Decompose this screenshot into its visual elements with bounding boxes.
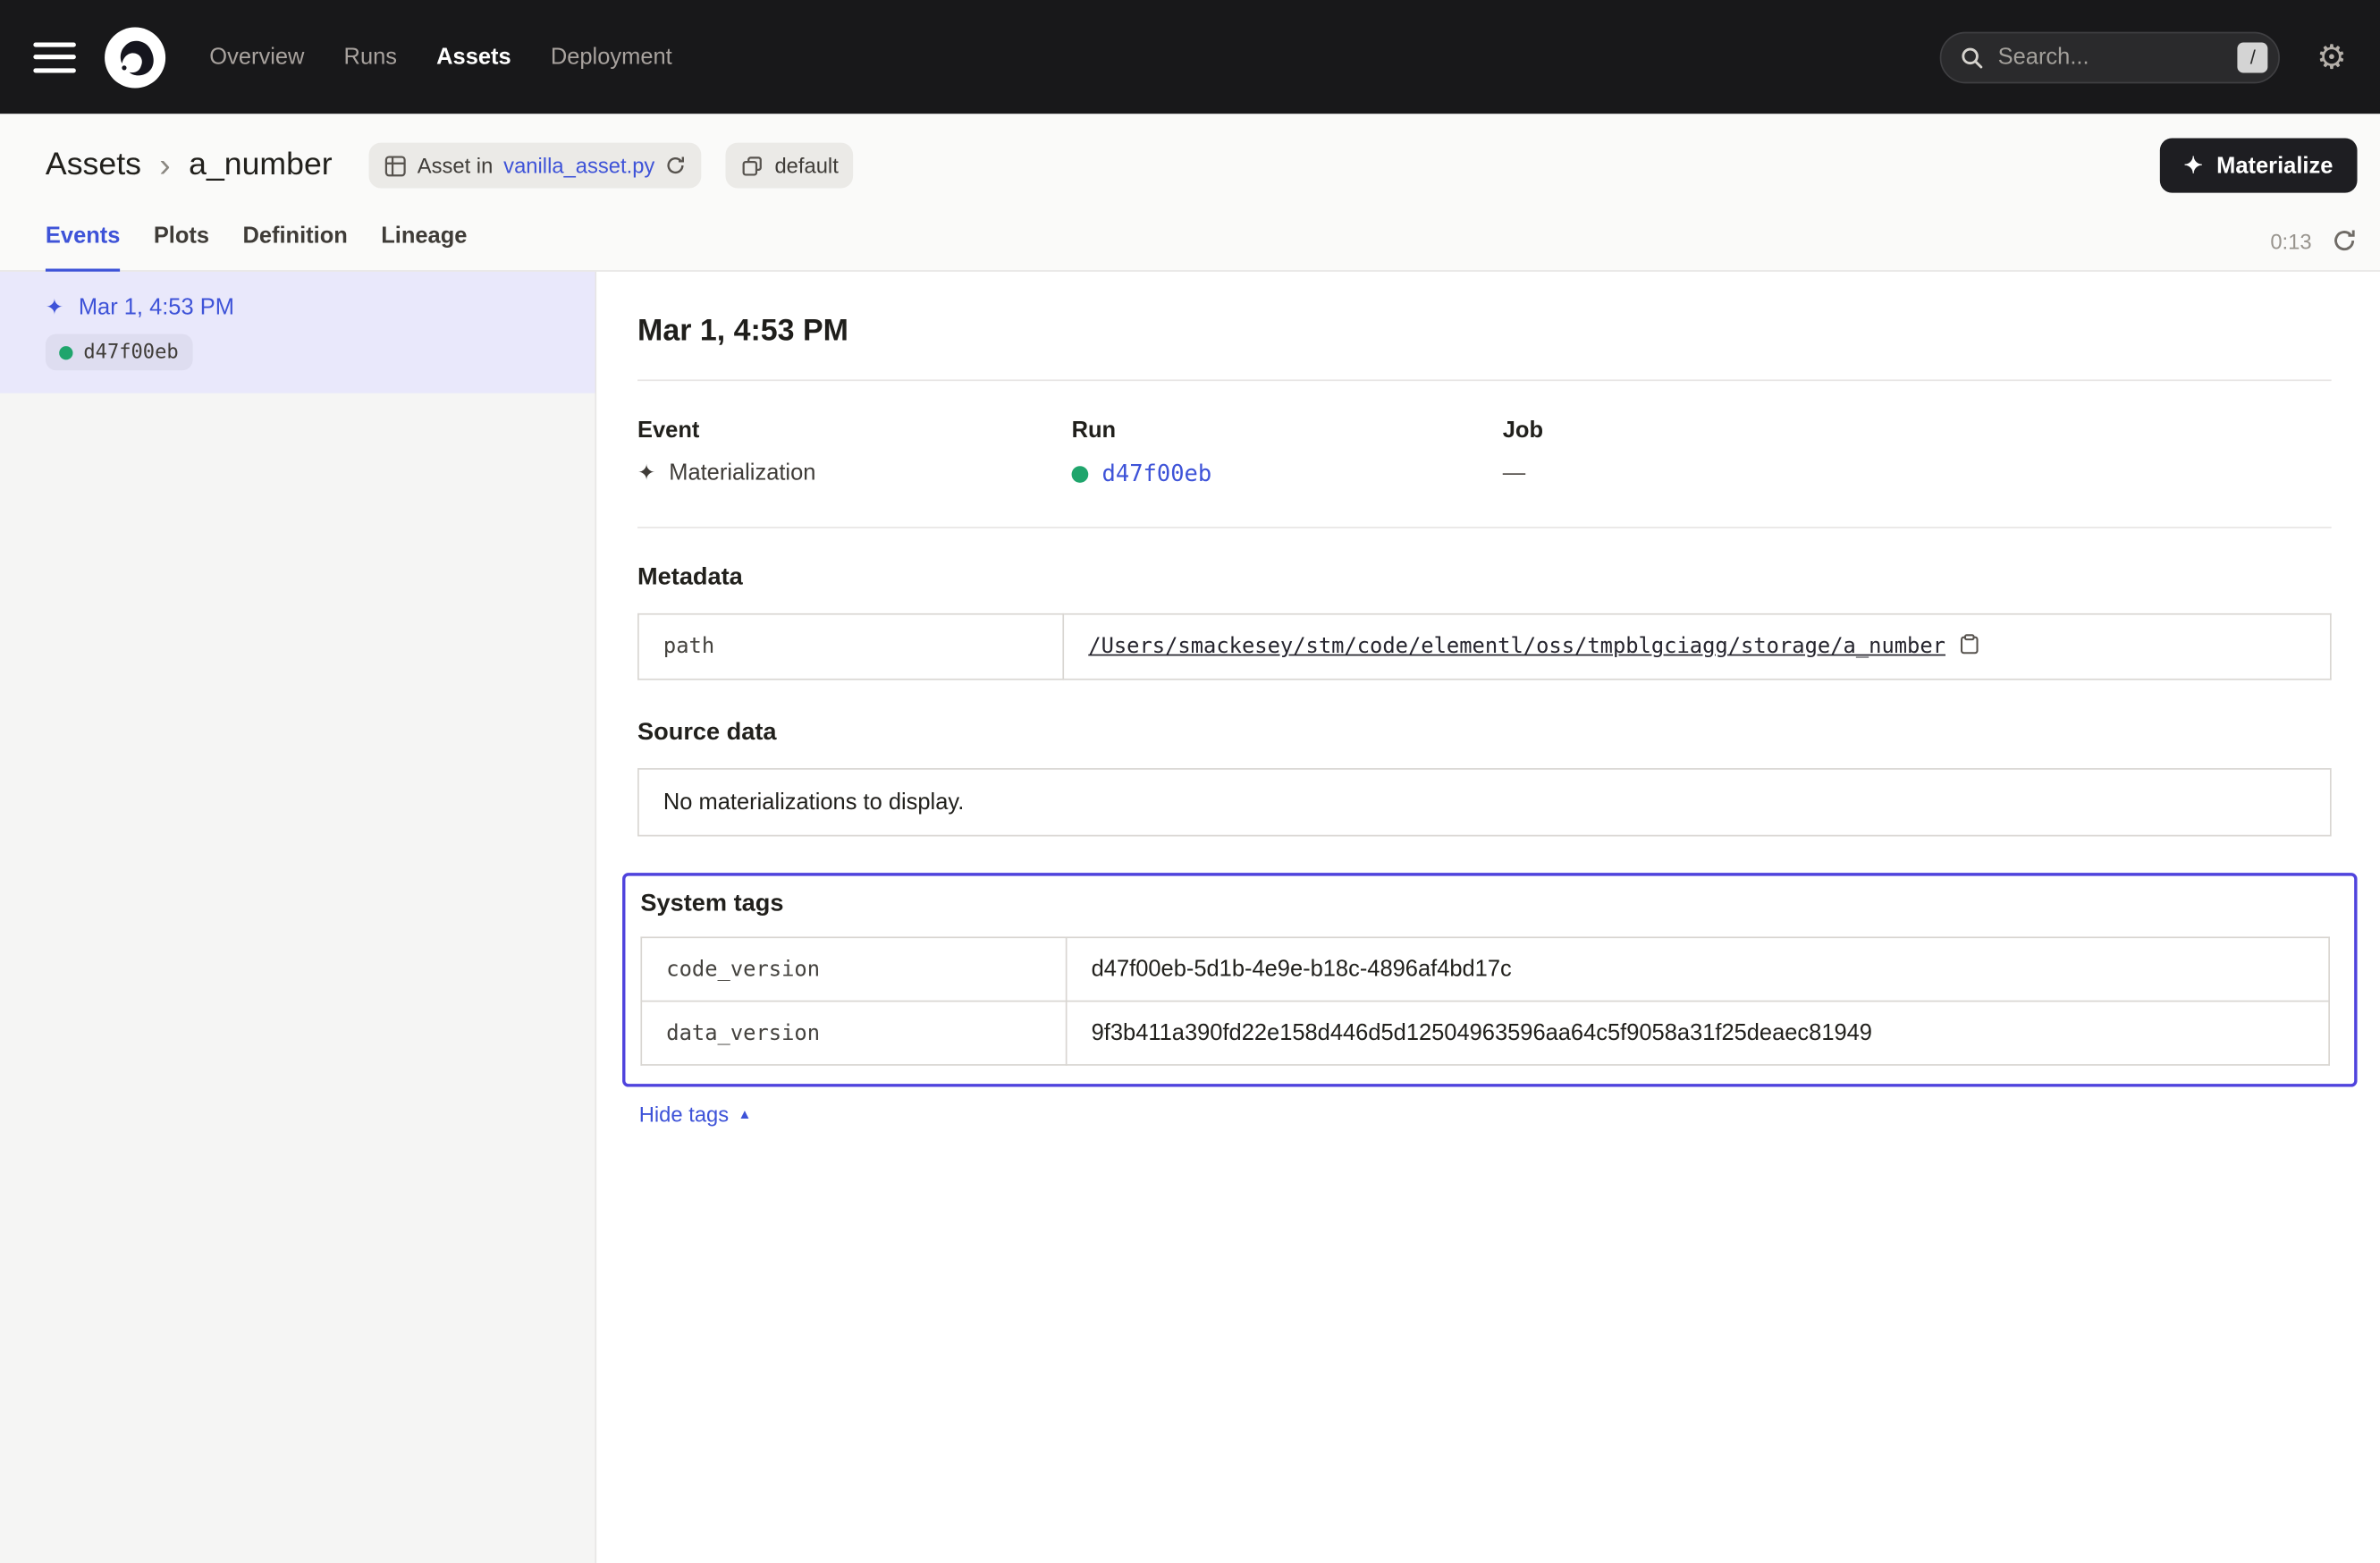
divider [637, 379, 2332, 381]
refresh-area: 0:13 [2270, 228, 2357, 271]
hide-tags-label: Hide tags [639, 1103, 729, 1127]
system-tag-value-data-version: 9f3b411a390fd22e158d446d5d12504963596aa6… [1067, 1001, 2329, 1065]
tabs: Events Plots Definition Lineage [46, 224, 468, 271]
search-input[interactable] [1998, 44, 2224, 70]
tabs-row: Events Plots Definition Lineage 0:13 [0, 193, 2380, 272]
app: Overview Runs Assets Deployment / ⚙ Asse… [0, 0, 2380, 1563]
search-icon [1960, 45, 1984, 69]
refresh-icon[interactable] [2332, 228, 2358, 254]
event-facts: Event ✦ Materialization Run d47f00eb Job [637, 418, 2332, 487]
refresh-timer: 0:13 [2270, 229, 2311, 253]
fact-event: Event ✦ Materialization [637, 418, 1072, 487]
metadata-section: Metadata path /Users/smackesey/stm/code/… [637, 565, 2332, 680]
content: ✦ Mar 1, 4:53 PM d47f00eb Mar 1, 4:53 PM… [0, 272, 2380, 1563]
search-box[interactable]: / [1940, 31, 2280, 83]
asset-table-icon [384, 154, 406, 176]
reload-definition-icon[interactable] [665, 155, 687, 176]
hide-tags-link[interactable]: Hide tags ▲ [639, 1103, 752, 1127]
source-data-section: Source data No materializations to displ… [637, 720, 2332, 837]
sparkle-icon: ✦ [2184, 152, 2203, 180]
event-timestamp: Mar 1, 4:53 PM [79, 294, 234, 320]
nav-item-overview[interactable]: Overview [209, 44, 304, 70]
metadata-heading: Metadata [637, 565, 2332, 593]
table-row: code_version d47f00eb-5d1b-4e9e-b18c-489… [641, 937, 2329, 1001]
fact-run-label: Run [1072, 418, 1503, 444]
event-detail-title: Mar 1, 4:53 PM [637, 314, 2332, 349]
group-chip[interactable]: default [726, 143, 854, 189]
fact-event-value: Materialization [669, 460, 815, 486]
fact-run: Run d47f00eb [1072, 418, 1503, 487]
nav-item-assets[interactable]: Assets [436, 44, 511, 70]
metadata-path-link[interactable]: /Users/smackesey/stm/code/elementl/oss/t… [1088, 635, 1945, 659]
system-tag-key-code-version: code_version [641, 937, 1066, 1001]
system-tags-section-highlighted: System tags code_version d47f00eb-5d1b-4… [622, 873, 2357, 1086]
table-row: path /Users/smackesey/stm/code/elementl/… [638, 614, 2331, 680]
dagster-logo-icon[interactable] [103, 25, 166, 89]
source-data-empty-message: No materializations to display. [637, 768, 2332, 836]
main-nav: Overview Runs Assets Deployment [209, 44, 671, 70]
breadcrumb-current-asset: a_number [189, 148, 333, 184]
run-status-dot [59, 345, 72, 359]
nav-item-runs[interactable]: Runs [344, 44, 397, 70]
breadcrumb-chevron-icon: › [159, 146, 170, 185]
run-status-dot [1072, 465, 1089, 482]
asset-definition-chip: Asset in vanilla_asset.py [368, 143, 702, 189]
source-data-heading: Source data [637, 720, 2332, 748]
divider [637, 527, 2332, 528]
system-tag-key-data-version: data_version [641, 1001, 1066, 1065]
breadcrumb: Assets › a_number Asset in vanilla_asset… [0, 114, 2380, 192]
nav-item-deployment[interactable]: Deployment [551, 44, 672, 70]
metadata-key-path: path [638, 614, 1063, 680]
materialize-button[interactable]: ✦ Materialize [2159, 138, 2357, 192]
run-id-label: d47f00eb [83, 341, 178, 363]
top-bar: Overview Runs Assets Deployment / ⚙ [0, 0, 2380, 114]
materialization-sparkle-icon: ✦ [637, 460, 655, 486]
tab-lineage[interactable]: Lineage [381, 224, 467, 272]
group-layers-icon [741, 154, 764, 176]
run-id-pill[interactable]: d47f00eb [46, 334, 192, 370]
system-tags-table: code_version d47f00eb-5d1b-4e9e-b18c-489… [640, 936, 2330, 1065]
event-list-sidebar: ✦ Mar 1, 4:53 PM d47f00eb [0, 272, 596, 1563]
hamburger-menu-icon[interactable] [33, 42, 76, 72]
event-detail-panel: Mar 1, 4:53 PM Event ✦ Materialization R… [596, 272, 2380, 1563]
fact-event-label: Event [637, 418, 1072, 444]
copy-icon[interactable] [1958, 633, 1980, 661]
breadcrumb-assets-link[interactable]: Assets [46, 148, 141, 184]
asset-chip-prefix: Asset in [418, 153, 494, 177]
table-row: data_version 9f3b411a390fd22e158d446d5d1… [641, 1001, 2329, 1065]
metadata-table: path /Users/smackesey/stm/code/elementl/… [637, 613, 2332, 680]
tab-plots[interactable]: Plots [154, 224, 209, 272]
gear-icon[interactable]: ⚙ [2317, 40, 2347, 73]
fact-job-label: Job [1503, 418, 1937, 444]
materialize-button-label: Materialize [2216, 153, 2333, 179]
system-tags-heading: System tags [640, 891, 2330, 919]
fact-job-value: — [1503, 460, 1525, 486]
caret-up-icon: ▲ [738, 1107, 751, 1122]
page-header: Assets › a_number Asset in vanilla_asset… [0, 114, 2380, 272]
tab-definition[interactable]: Definition [242, 224, 347, 272]
event-list-item-selected[interactable]: ✦ Mar 1, 4:53 PM d47f00eb [0, 272, 595, 393]
fact-job: Job — [1503, 418, 1937, 487]
materialization-sparkle-icon: ✦ [46, 294, 63, 320]
group-chip-label: default [774, 153, 838, 177]
system-tag-value-code-version: d47f00eb-5d1b-4e9e-b18c-4896af4bd17c [1067, 937, 2329, 1001]
asset-file-link[interactable]: vanilla_asset.py [503, 153, 654, 177]
search-shortcut-key: / [2238, 42, 2268, 72]
run-id-link[interactable]: d47f00eb [1102, 460, 1212, 487]
tab-events[interactable]: Events [46, 224, 121, 272]
